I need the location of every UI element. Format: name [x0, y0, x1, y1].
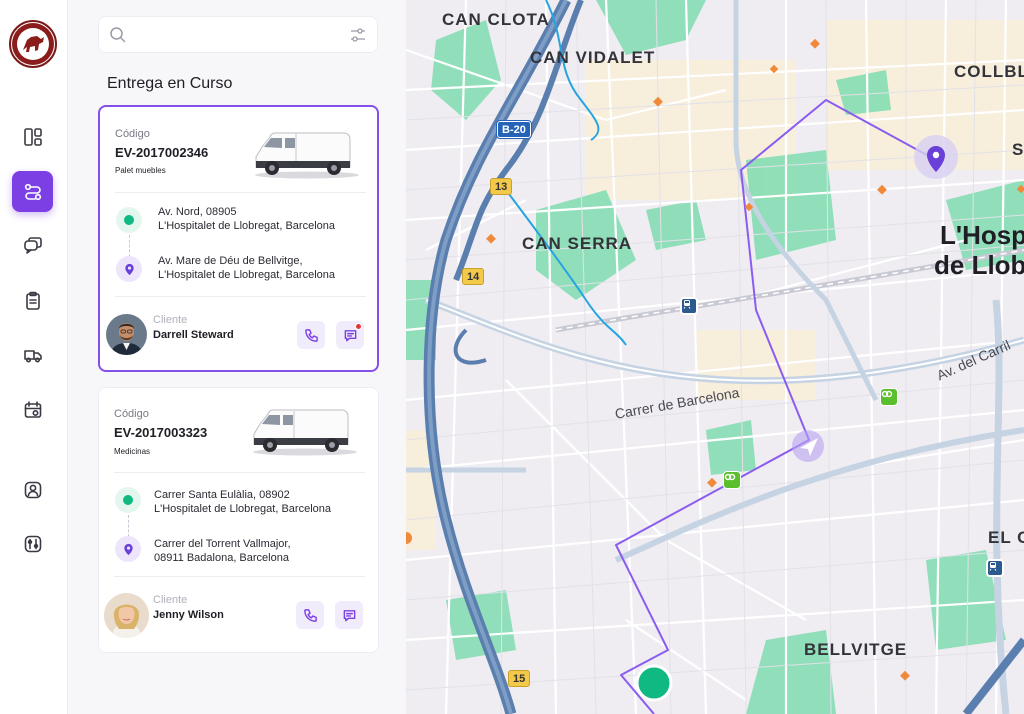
nav-routes[interactable] — [12, 171, 53, 212]
search-input[interactable] — [135, 25, 335, 45]
destination-marker-icon — [116, 256, 142, 282]
nav-calendar[interactable] — [12, 389, 53, 430]
nav-vehicles[interactable] — [12, 334, 53, 375]
destination-address: Av. Mare de Déu de Bellvitge, L'Hospital… — [158, 254, 335, 282]
train-station-icon[interactable] — [680, 297, 698, 315]
shop-icon[interactable] — [880, 388, 898, 406]
phone-icon — [303, 608, 317, 622]
divider — [114, 472, 365, 473]
destination-address: Carrer del Torrent Vallmajor, 08911 Bada… — [154, 537, 291, 565]
route-dash-line — [128, 515, 129, 537]
sidebar — [0, 0, 68, 714]
origin-address-line2: L'Hospitalet de Llobregat, Barcelona — [154, 503, 331, 515]
map-label-district: EL C — [988, 528, 1024, 547]
cargo-type: Medicinas — [114, 447, 151, 456]
route-icon — [24, 183, 41, 200]
client-label: Cliente — [153, 594, 188, 606]
phone-icon — [304, 328, 318, 342]
client-name: Jenny Wilson — [153, 609, 224, 621]
road-shield: 14 — [462, 268, 485, 285]
unread-indicator — [355, 323, 362, 330]
call-button[interactable] — [296, 601, 324, 629]
client-name: Darrell Steward — [153, 329, 234, 341]
route-dash-line — [129, 235, 130, 257]
origin-address-line2: L'Hospitalet de Llobregat, Barcelona — [158, 220, 335, 232]
origin-address-line1: Carrer Santa Eulàlia, 08902 — [154, 489, 290, 501]
map-label-district: CAN SERRA — [522, 234, 633, 253]
origin-address-line1: Av. Nord, 08905 — [158, 206, 237, 218]
map-view[interactable]: CAN CLOTA CAN VIDALET COLLBL CAN SERRA L… — [406, 0, 1024, 714]
location-pin-icon — [123, 543, 133, 555]
code-label: Código — [115, 128, 150, 140]
shop-icon[interactable] — [723, 471, 741, 489]
location-pin-icon — [124, 263, 134, 275]
map-canvas — [406, 0, 1024, 714]
delivery-truck-icon — [23, 349, 42, 363]
destination-address-line1: Av. Mare de Déu de Bellvitge, — [158, 255, 303, 267]
section-title: Entrega en Curso — [107, 75, 233, 92]
origin-marker-icon[interactable] — [635, 664, 673, 702]
company-logo[interactable] — [9, 20, 57, 68]
van-image — [253, 409, 357, 456]
map-label-district: CAN VIDALET — [530, 48, 656, 67]
divider — [115, 192, 366, 193]
map-label-city: L'Hosp — [940, 220, 1024, 250]
map-label-district: COLLBL — [954, 62, 1024, 81]
nav-messages[interactable] — [12, 225, 53, 266]
clipboard-icon — [25, 291, 40, 310]
filter-sliders-icon[interactable] — [349, 26, 367, 44]
road-shield: 13 — [490, 178, 513, 195]
map-label-district: BELLVITGE — [804, 640, 908, 659]
nav-dashboard[interactable] — [12, 116, 53, 157]
deliveries-panel: Entrega en Curso Código EV-2017002346 Pa… — [68, 0, 406, 714]
call-button[interactable] — [297, 321, 325, 349]
origin-address: Carrer Santa Eulàlia, 08902 L'Hospitalet… — [154, 488, 331, 516]
chat-icon — [23, 236, 42, 254]
map-label-district: S — [1012, 140, 1024, 159]
code-label: Código — [114, 408, 149, 420]
avatar — [104, 593, 149, 638]
layout-grid-icon — [23, 127, 42, 146]
cargo-type: Palet muebles — [115, 166, 166, 175]
avatar — [106, 314, 147, 355]
search-icon — [110, 27, 126, 43]
map-label-district: CAN CLOTA — [442, 10, 550, 29]
origin-address: Av. Nord, 08905 L'Hospitalet de Llobrega… — [158, 205, 335, 233]
chat-bubble-icon — [343, 609, 355, 621]
divider — [114, 576, 365, 577]
origin-marker-icon — [116, 207, 142, 233]
delivery-code: EV-2017002346 — [115, 145, 209, 160]
delivery-card[interactable]: Código EV-2017003323 Medicinas Carrer Sa… — [98, 387, 379, 653]
client-label: Cliente — [153, 314, 188, 326]
client-photo — [106, 314, 147, 355]
message-button[interactable] — [336, 321, 364, 349]
train-station-icon[interactable] — [986, 559, 1004, 577]
road-shield: B-20 — [496, 120, 532, 139]
destination-address-line1: Carrer del Torrent Vallmajor, — [154, 538, 291, 550]
road-shield: 15 — [508, 670, 531, 687]
user-icon — [24, 481, 41, 498]
chat-bubble-icon — [344, 329, 356, 341]
settings-icon — [24, 535, 41, 552]
horse-logo-icon — [12, 23, 54, 65]
delivery-code: EV-2017003323 — [114, 425, 208, 440]
divider — [115, 296, 366, 297]
delivery-card[interactable]: Código EV-2017002346 Palet muebles Av. N… — [98, 105, 379, 372]
van-image — [255, 132, 359, 179]
calendar-icon — [24, 400, 41, 418]
nav-orders[interactable] — [12, 280, 53, 321]
destination-address-line2: 08911 Badalona, Barcelona — [154, 552, 289, 564]
destination-marker-icon — [115, 536, 141, 562]
nav-settings[interactable] — [12, 523, 53, 564]
origin-marker-icon — [115, 487, 141, 513]
map-label-city: de Llob — [934, 250, 1024, 280]
search-bar — [98, 16, 378, 53]
destination-address-line2: L'Hospitalet de Llobregat, Barcelona — [158, 269, 335, 281]
nav-profile[interactable] — [12, 469, 53, 510]
message-button[interactable] — [335, 601, 363, 629]
client-photo — [104, 593, 149, 638]
